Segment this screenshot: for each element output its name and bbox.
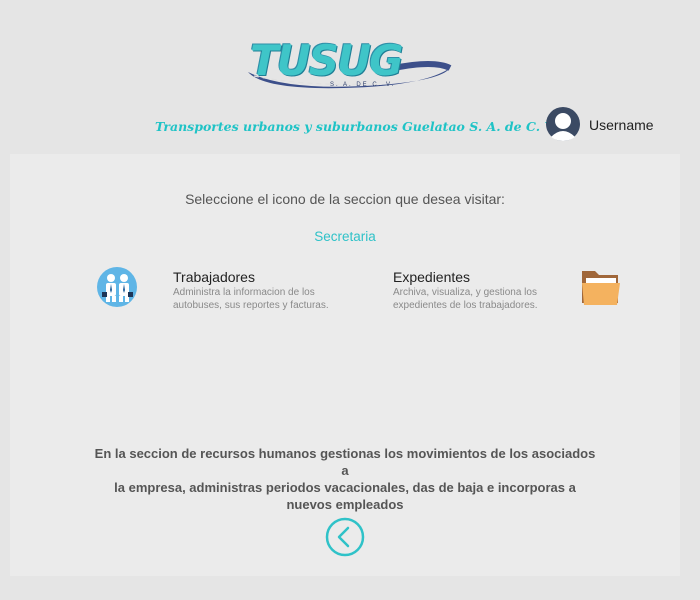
logo-text: TUSUG bbox=[250, 36, 404, 85]
trabajadores-desc-line1: Administra la informacion de los bbox=[173, 287, 315, 298]
username-label[interactable]: Username bbox=[589, 117, 654, 133]
workers-icon[interactable] bbox=[96, 266, 138, 308]
logo-subtitle: S. A. DE C. V. bbox=[330, 82, 396, 88]
description-line-3: nuevos empleados bbox=[286, 497, 404, 512]
user-icon bbox=[546, 107, 580, 141]
folder-icon[interactable] bbox=[580, 267, 622, 307]
company-name: Transportes urbanos y suburbanos Guelata… bbox=[155, 119, 557, 134]
trabajadores-desc-line2: autobuses, sus reportes y facturas. bbox=[173, 300, 329, 311]
description-line-1: En la seccion de recursos humanos gestio… bbox=[94, 446, 596, 478]
instruction-text: Seleccione el icono de la seccion que de… bbox=[185, 191, 505, 207]
chevron-left-icon[interactable] bbox=[325, 517, 365, 557]
main-panel: Seleccione el icono de la seccion que de… bbox=[10, 154, 680, 576]
company-logo: TUSUG S. A. DE C. V. bbox=[244, 38, 456, 94]
section-title: Secretaria bbox=[314, 229, 376, 244]
back-button[interactable] bbox=[325, 517, 365, 557]
avatar[interactable] bbox=[546, 107, 580, 141]
expedientes-desc-line2: expedientes de los trabajadores. bbox=[393, 300, 538, 311]
expedientes-title[interactable]: Expedientes bbox=[393, 269, 470, 285]
trabajadores-card[interactable]: Trabajadores Administra la informacion d… bbox=[96, 266, 386, 311]
expedientes-desc-line1: Archiva, visualiza, y gestiona los bbox=[393, 287, 537, 298]
expedientes-card[interactable]: Expedientes Archiva, visualiza, y gestio… bbox=[392, 266, 624, 311]
trabajadores-title[interactable]: Trabajadores bbox=[173, 269, 255, 285]
description-line-2: la empresa, administras periodos vacacio… bbox=[114, 480, 576, 495]
section-description: En la seccion de recursos humanos gestio… bbox=[90, 445, 600, 513]
